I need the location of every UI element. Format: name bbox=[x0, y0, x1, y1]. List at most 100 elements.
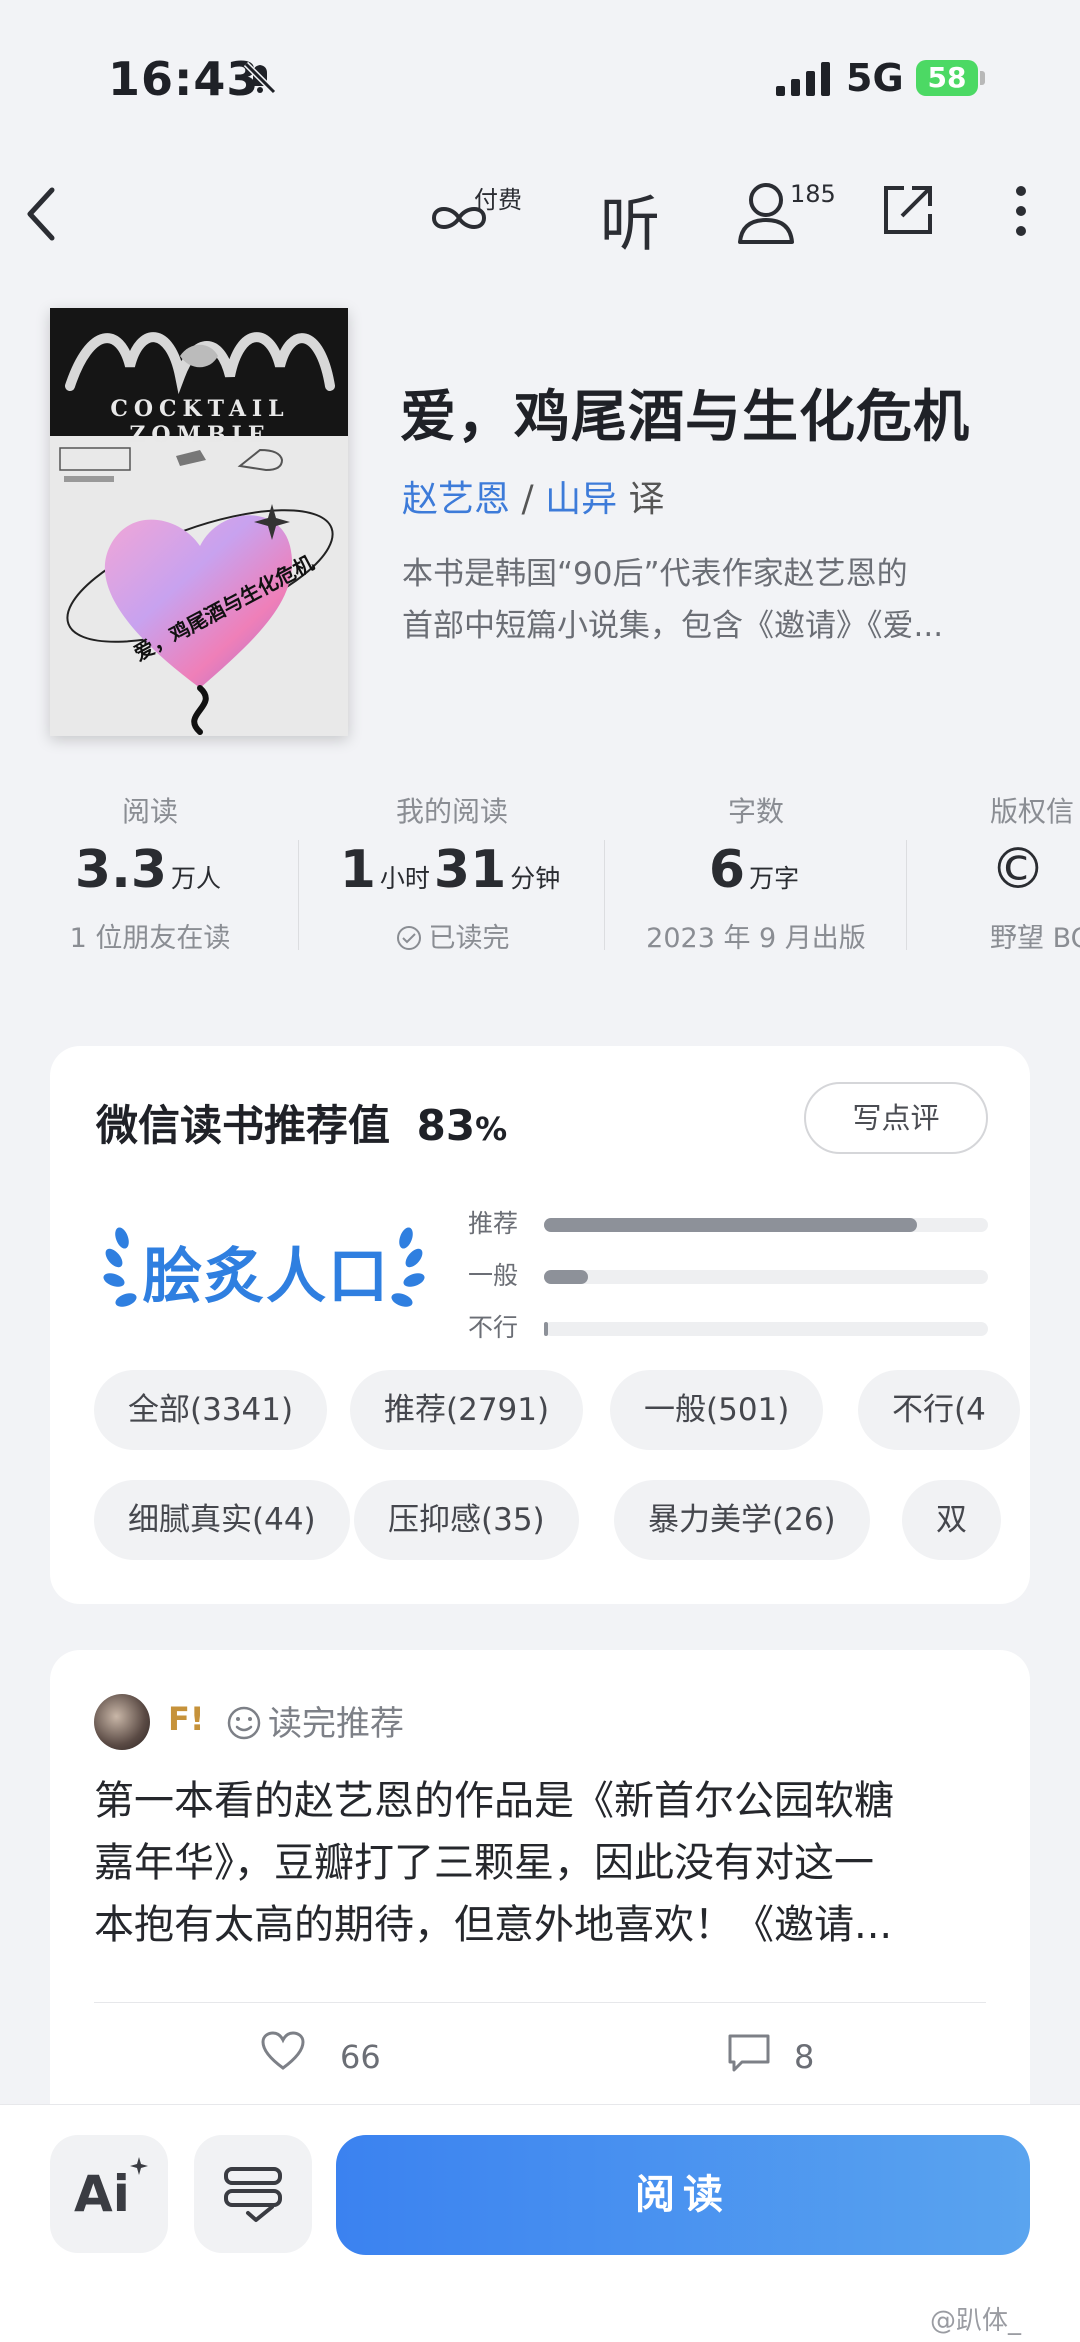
reviewer-name[interactable]: F! bbox=[168, 1700, 204, 1738]
network-type: 5G bbox=[846, 56, 904, 100]
status-bar: 16:43 5G 58 bbox=[0, 0, 1080, 160]
stat-divider bbox=[604, 840, 605, 950]
bar-track bbox=[544, 1218, 988, 1232]
listen-button[interactable]: 听 bbox=[600, 176, 660, 263]
pay-label: 付费 bbox=[474, 186, 522, 214]
stat-divider bbox=[906, 840, 907, 950]
finished-label: 已读完 bbox=[428, 923, 510, 954]
reads-unit: 万人 bbox=[171, 864, 222, 893]
stat-label: 版权信 bbox=[990, 795, 1075, 828]
bar-fill bbox=[544, 1270, 589, 1284]
stat-value: 6 万字 bbox=[606, 834, 906, 906]
recommend-title: 微信读书推荐值 83% bbox=[96, 1092, 507, 1153]
battery-tip bbox=[980, 71, 985, 85]
bar-fill bbox=[544, 1322, 548, 1336]
filter-chips: 全部(3341) 推荐(2791) 一般(501) 不行(4 bbox=[94, 1370, 1036, 1450]
recommend-percent: % bbox=[475, 1110, 508, 1148]
filter-chip-recommend[interactable]: 推荐(2791) bbox=[350, 1370, 584, 1450]
check-circle-icon bbox=[396, 926, 421, 950]
minutes-unit: 分钟 bbox=[510, 864, 561, 893]
description-line: 首部中短篇小说集，包含《邀请》《爱... bbox=[402, 608, 944, 644]
battery-level: 58 bbox=[927, 61, 967, 94]
tag-chip[interactable]: 细腻真实(44) bbox=[94, 1480, 350, 1560]
stat-my-read[interactable]: 我的阅读 1 小时31 分钟 已读完 bbox=[302, 790, 602, 955]
back-arrow-icon[interactable] bbox=[20, 184, 60, 244]
review-tag-text: 读完推荐 bbox=[268, 1704, 404, 1744]
tag-chips: 细腻真实(44) 压抑感(35) 暴力美学(26) 双 bbox=[94, 1480, 1036, 1560]
bookshelf-icon bbox=[224, 2167, 282, 2222]
stat-label: 字数 bbox=[727, 795, 784, 828]
review-tag: 读完推荐 bbox=[226, 1696, 404, 1745]
comment-icon[interactable] bbox=[726, 2032, 772, 2074]
bar-label: 推荐 bbox=[468, 1209, 519, 1238]
recommend-card: 微信读书推荐值 83% 写点评 脍炙人口 推荐 一般 不行 全部(3341) 推… bbox=[50, 1046, 1030, 1604]
bar-label: 不行 bbox=[468, 1313, 519, 1342]
write-review-button[interactable]: 写点评 bbox=[804, 1082, 988, 1154]
comment-count: 8 bbox=[794, 2038, 815, 2076]
rating-bar-neutral: 一般 bbox=[468, 1261, 988, 1292]
tag-chip[interactable]: 压抑感(35) bbox=[354, 1480, 579, 1560]
bar-track bbox=[544, 1270, 988, 1284]
hours-unit: 小时 bbox=[379, 864, 430, 893]
stat-label: 我的阅读 bbox=[395, 795, 508, 828]
copyright-icon: © bbox=[990, 837, 1046, 902]
top-nav: 付费 听 185 bbox=[0, 160, 1080, 270]
cover-art: 爱，鸡尾酒与生化危机 bbox=[59, 447, 334, 735]
stat-value: 3.3 万人 bbox=[0, 834, 300, 906]
user-icon[interactable] bbox=[734, 180, 798, 250]
review-line: 第一本看的赵艺恩的作品是《新首尔公园软糖 bbox=[94, 1778, 894, 1824]
filter-chip-all[interactable]: 全部(3341) bbox=[94, 1370, 328, 1450]
filter-chip-neutral[interactable]: 一般(501) bbox=[610, 1370, 824, 1450]
stat-label: 阅读 bbox=[121, 795, 178, 828]
book-cover[interactable]: COCKTAIL ZOMBIE 爱，鸡尾酒与生化危机 bbox=[50, 308, 348, 736]
cover-chrome-art bbox=[65, 332, 335, 395]
stat-sub: 1 位朋友在读 bbox=[69, 923, 231, 954]
words-value: 6 bbox=[708, 840, 746, 900]
silent-bell-icon bbox=[243, 61, 277, 95]
stat-words[interactable]: 字数 6 万字 2023 年 9 月出版 bbox=[606, 790, 906, 955]
review-line: 本抱有太高的期待，但意外地喜欢！《邀请... bbox=[94, 1902, 893, 1948]
authors-line: 赵艺恩 / 山异 译 bbox=[402, 470, 665, 522]
stat-copyright[interactable]: 版权信 © 野望 BO bbox=[908, 790, 1080, 955]
rating-bar-negative: 不行 bbox=[468, 1313, 988, 1344]
tag-chip[interactable]: 暴力美学(26) bbox=[614, 1480, 870, 1560]
stat-divider bbox=[298, 840, 299, 950]
recommend-score: 83 bbox=[416, 1101, 476, 1150]
review-line: 嘉年华》，豆瓣打了三颗星，因此没有对这一 bbox=[94, 1840, 874, 1886]
more-icon[interactable] bbox=[1014, 184, 1028, 238]
rating-bar-recommend: 推荐 bbox=[468, 1209, 988, 1240]
bar-track bbox=[544, 1322, 988, 1336]
minutes-value: 31 bbox=[433, 840, 507, 900]
bar-fill bbox=[544, 1218, 917, 1232]
stat-reads[interactable]: 阅读 3.3 万人 1 位朋友在读 bbox=[0, 790, 300, 955]
author-link[interactable]: 赵艺恩 bbox=[402, 479, 510, 520]
watermark: @趴体_ bbox=[930, 2306, 1022, 2336]
review-text: 第一本看的赵艺恩的作品是《新首尔公园软糖 嘉年华》，豆瓣打了三颗星，因此没有对这… bbox=[94, 1770, 994, 1956]
description-line: 本书是韩国“90后”代表作家赵艺恩的 bbox=[402, 556, 908, 592]
read-button[interactable]: 阅读 bbox=[336, 2135, 1030, 2255]
avatar[interactable] bbox=[94, 1694, 150, 1750]
stat-sub: 已读完 bbox=[302, 916, 602, 955]
book-description[interactable]: 本书是韩国“90后”代表作家赵艺恩的 首部中短篇小说集，包含《邀请》《爱... bbox=[402, 548, 1022, 652]
bookshelf-button[interactable] bbox=[194, 2135, 312, 2253]
readers-count: 185 bbox=[790, 180, 836, 208]
tag-chip[interactable]: 双 bbox=[902, 1480, 1001, 1560]
ai-label: Ai bbox=[74, 2165, 130, 2223]
ai-button[interactable]: Ai bbox=[50, 2135, 168, 2253]
smile-icon bbox=[227, 1706, 261, 1740]
translator-link[interactable]: 山异 bbox=[545, 479, 617, 520]
author-separator: / bbox=[521, 479, 534, 520]
battery-icon: 58 bbox=[916, 60, 978, 96]
bottom-bar: Ai 阅读 bbox=[0, 2104, 1080, 2342]
stat-sub: 野望 BO bbox=[990, 923, 1080, 954]
recommend-title-text: 微信读书推荐值 bbox=[96, 1101, 391, 1150]
stats-row: 阅读 3.3 万人 1 位朋友在读 我的阅读 1 小时31 分钟 已读完 字数 6 万字… bbox=[0, 790, 1080, 990]
hours-value: 1 bbox=[339, 840, 376, 900]
like-count: 66 bbox=[340, 2038, 381, 2076]
share-icon[interactable] bbox=[880, 182, 936, 238]
reads-value: 3.3 bbox=[74, 840, 168, 900]
words-unit: 万字 bbox=[749, 864, 800, 893]
heart-icon[interactable] bbox=[260, 2030, 306, 2072]
filter-chip-negative[interactable]: 不行(4 bbox=[858, 1370, 1020, 1450]
recommend-badge-text: 脍炙人口 bbox=[142, 1242, 390, 1312]
